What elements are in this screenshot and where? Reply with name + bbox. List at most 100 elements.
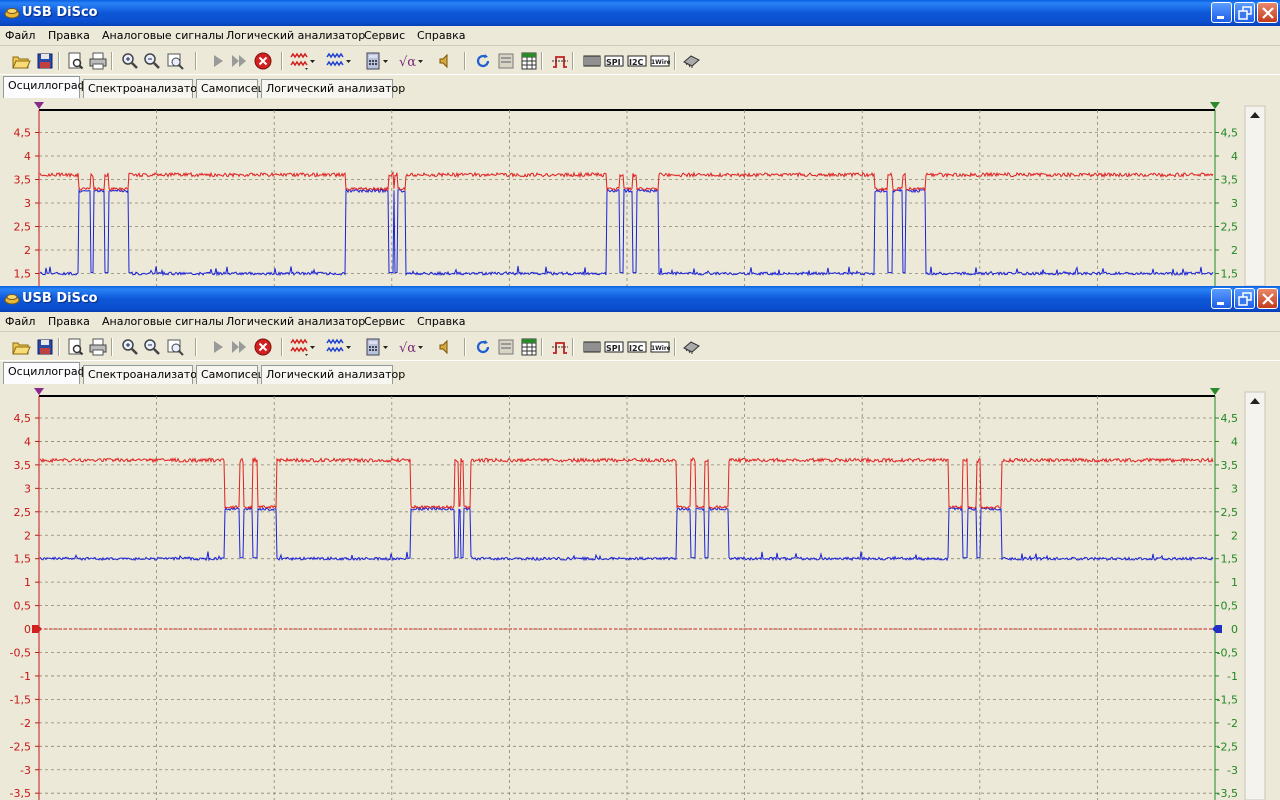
minimize-button[interactable] xyxy=(1211,2,1232,23)
menu-item-5[interactable]: Справка xyxy=(417,315,465,328)
sound-icon[interactable] xyxy=(436,51,456,71)
tab-0[interactable]: Осциллограф xyxy=(3,76,87,98)
run-continuous-icon[interactable] xyxy=(229,337,249,357)
chip-icon[interactable] xyxy=(681,51,701,71)
right-tick-label: -2 xyxy=(1227,717,1238,730)
right-tick-label: 4,5 xyxy=(1221,127,1239,140)
menu-item-1[interactable]: Правка xyxy=(48,315,90,328)
close-button[interactable] xyxy=(1257,2,1278,23)
print-icon[interactable] xyxy=(88,51,108,71)
menu-item-3[interactable]: Логический анализатор xyxy=(226,315,365,328)
dropdown-arrow-icon[interactable] xyxy=(345,337,353,357)
right-tick-label: 3,5 xyxy=(1221,174,1239,187)
dropdown-arrow-icon[interactable] xyxy=(382,51,390,71)
channel-a-icon[interactable] xyxy=(290,337,310,357)
calculator-icon[interactable] xyxy=(363,51,383,71)
svg-text:I2C: I2C xyxy=(629,58,644,67)
print-icon[interactable] xyxy=(88,337,108,357)
i2c-icon[interactable]: I2C xyxy=(627,337,647,357)
menu-item-4[interactable]: Сервис xyxy=(364,315,405,328)
trigger-icon[interactable] xyxy=(550,337,570,357)
toolbar-separator xyxy=(195,52,197,70)
menu-item-0[interactable]: Файл xyxy=(5,315,35,328)
spi-icon[interactable]: SPI xyxy=(604,51,624,71)
zoom-fit-icon[interactable] xyxy=(165,51,185,71)
run-icon[interactable] xyxy=(208,51,228,71)
menu-item-1[interactable]: Правка xyxy=(48,29,90,42)
open-icon[interactable] xyxy=(11,51,31,71)
tab-2[interactable]: Самописец xyxy=(196,79,265,98)
refresh-icon[interactable] xyxy=(473,337,493,357)
chip-icon[interactable] xyxy=(681,337,701,357)
restore-button[interactable] xyxy=(1234,288,1255,309)
run-icon[interactable] xyxy=(208,337,228,357)
tab-0[interactable]: Осциллограф xyxy=(3,362,87,384)
menu-item-3[interactable]: Логический анализатор xyxy=(226,29,365,42)
math-function-icon[interactable]: √α xyxy=(398,337,418,357)
menu-item-0[interactable]: Файл xyxy=(5,29,35,42)
channel-b-icon[interactable] xyxy=(326,51,346,71)
menu-item-5[interactable]: Справка xyxy=(417,29,465,42)
zoom-out-icon[interactable] xyxy=(142,337,162,357)
dropdown-arrow-icon[interactable] xyxy=(345,51,353,71)
toolbar-separator xyxy=(58,338,60,356)
menu-item-4[interactable]: Сервис xyxy=(364,29,405,42)
stop-icon[interactable] xyxy=(253,337,273,357)
tab-2[interactable]: Самописец xyxy=(196,365,265,384)
calculator-icon[interactable] xyxy=(363,337,383,357)
tab-3[interactable]: Логический анализатор xyxy=(261,79,405,98)
print-preview-icon[interactable] xyxy=(65,337,85,357)
left-tick-label: 1 xyxy=(24,576,31,589)
math-function-icon[interactable]: √α xyxy=(398,51,418,71)
panel-icon[interactable] xyxy=(496,51,516,71)
zoom-fit-icon[interactable] xyxy=(165,337,185,357)
bus-icon[interactable] xyxy=(582,51,602,71)
title-bar[interactable]: USB DiSco xyxy=(0,0,1280,26)
1wire-icon[interactable]: 1Wire xyxy=(650,51,670,71)
right-tick-label: -3,5 xyxy=(1217,787,1238,800)
refresh-icon[interactable] xyxy=(473,51,493,71)
dropdown-arrow-icon[interactable] xyxy=(382,337,390,357)
close-button[interactable] xyxy=(1257,288,1278,309)
tab-3[interactable]: Логический анализатор xyxy=(261,365,405,384)
zoom-in-icon[interactable] xyxy=(120,51,140,71)
table-icon[interactable] xyxy=(519,51,539,71)
oscilloscope-plot[interactable]: 4,5 4,5 4 4 3,5 3,5 3 3 2,5 2,5 2 2 1,5 1,5 1 1 0,5 0,5 0 0… xyxy=(0,384,1280,800)
dropdown-arrow-icon[interactable] xyxy=(309,51,317,71)
channel-b-icon[interactable] xyxy=(326,337,346,357)
tab-1[interactable]: Спектроанализатор xyxy=(83,365,204,384)
app-icon xyxy=(4,8,20,19)
panel-icon[interactable] xyxy=(496,337,516,357)
menu-item-2[interactable]: Аналоговые сигналы xyxy=(102,315,224,328)
1wire-icon[interactable]: 1Wire xyxy=(650,337,670,357)
spi-icon[interactable]: SPI xyxy=(604,337,624,357)
restore-button[interactable] xyxy=(1234,2,1255,23)
stop-icon[interactable] xyxy=(253,51,273,71)
run-continuous-icon[interactable] xyxy=(229,51,249,71)
zoom-in-icon[interactable] xyxy=(120,337,140,357)
trigger-icon[interactable] xyxy=(550,51,570,71)
toolbar-separator xyxy=(195,338,197,356)
minimize-button[interactable] xyxy=(1211,288,1232,309)
dropdown-arrow-icon[interactable] xyxy=(309,337,317,357)
zoom-out-icon[interactable] xyxy=(142,51,162,71)
toolbar: √α SPI I2C 1Wire xyxy=(0,333,1280,361)
dropdown-arrow-icon[interactable] xyxy=(417,337,425,357)
channel-a-icon[interactable] xyxy=(290,51,310,71)
toolbar-separator xyxy=(111,338,113,356)
dropdown-arrow-icon[interactable] xyxy=(417,51,425,71)
table-icon[interactable] xyxy=(519,337,539,357)
i2c-icon[interactable]: I2C xyxy=(627,51,647,71)
bus-icon[interactable] xyxy=(582,337,602,357)
sound-icon[interactable] xyxy=(436,337,456,357)
left-tick-label: 4,5 xyxy=(14,127,32,140)
oscilloscope-plot[interactable]: 4,5 4,5 4 4 3,5 3,5 3 3 2,5 2,5 2 2 1,5 1,5 xyxy=(0,98,1280,286)
menu-item-2[interactable]: Аналоговые сигналы xyxy=(102,29,224,42)
left-tick-label: 4 xyxy=(24,150,31,163)
tab-1[interactable]: Спектроанализатор xyxy=(83,79,204,98)
save-icon[interactable] xyxy=(35,337,55,357)
title-bar[interactable]: USB DiSco xyxy=(0,286,1280,312)
print-preview-icon[interactable] xyxy=(65,51,85,71)
open-icon[interactable] xyxy=(11,337,31,357)
save-icon[interactable] xyxy=(35,51,55,71)
